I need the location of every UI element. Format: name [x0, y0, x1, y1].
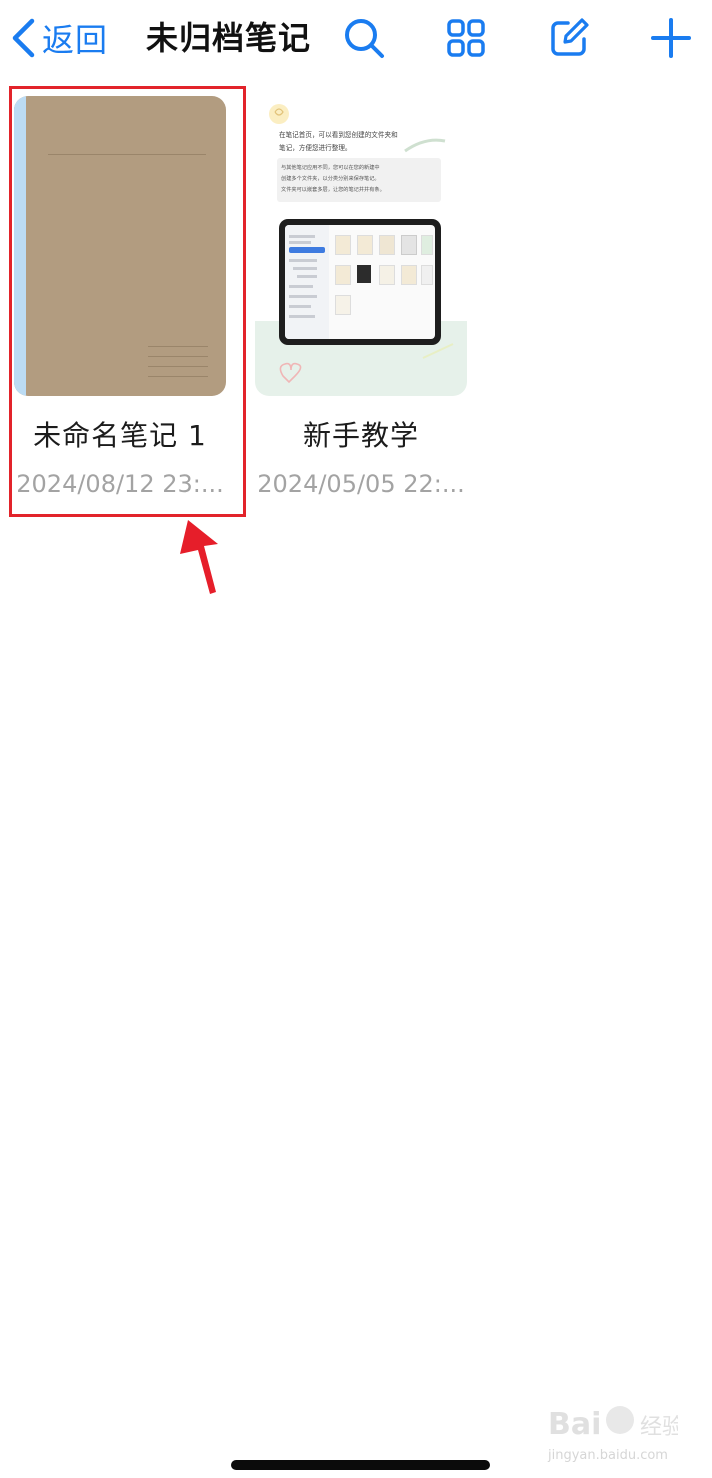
tutorial-cover: 在笔记首页，可以看到您创建的文件夹和 笔记，方便您进行整理。 与其他笔记应用不同…: [255, 96, 467, 396]
tutorial-text-2: 笔记，方便您进行整理。: [279, 144, 352, 152]
note-title: 新手教学: [302, 419, 419, 452]
tutorial-text-1: 在笔记首页，可以看到您创建的文件夹和: [279, 131, 398, 139]
svg-text:经验: 经验: [640, 1415, 678, 1440]
svg-text:Bai: Bai: [548, 1407, 601, 1442]
tutorial-box-line: 与其他笔记应用不同，您可以在您的新建中: [281, 165, 380, 171]
compose-icon: [551, 18, 589, 56]
home-indicator[interactable]: [231, 1460, 490, 1470]
grid-view-icon: [447, 19, 485, 57]
back-button[interactable]: 返回: [10, 14, 108, 62]
watermark-url: jingyan.baidu.com: [548, 1448, 668, 1463]
search-button[interactable]: [340, 14, 388, 62]
add-button[interactable]: [647, 14, 695, 62]
tutorial-text-box: 与其他笔记应用不同，您可以在您的新建中 创建多个文件夹，以分类分别来保存笔记。 …: [277, 158, 441, 202]
highlight-box: [9, 86, 246, 517]
grid-view-button[interactable]: [442, 14, 490, 62]
tutorial-box-line: 文件夹可以嵌套多层，让您的笔记井井有条。: [281, 187, 385, 193]
tablet-illustration: [279, 219, 441, 345]
back-label: 返回: [42, 21, 109, 59]
compose-button[interactable]: [545, 14, 593, 62]
navigation-bar: 返回 未归档笔记: [0, 0, 712, 78]
plus-icon: [651, 18, 691, 58]
annotation-arrow-icon: [180, 520, 218, 594]
chevron-left-icon: [12, 18, 35, 58]
note-date: 2024/05/05 22:...: [257, 470, 465, 498]
tutorial-box-line: 创建多个文件夹，以分类分别来保存笔记。: [281, 176, 380, 182]
search-icon: [345, 19, 384, 58]
page-title: 未归档笔记: [146, 19, 312, 57]
baidu-watermark-icon: Bai 经验: [548, 1406, 678, 1442]
